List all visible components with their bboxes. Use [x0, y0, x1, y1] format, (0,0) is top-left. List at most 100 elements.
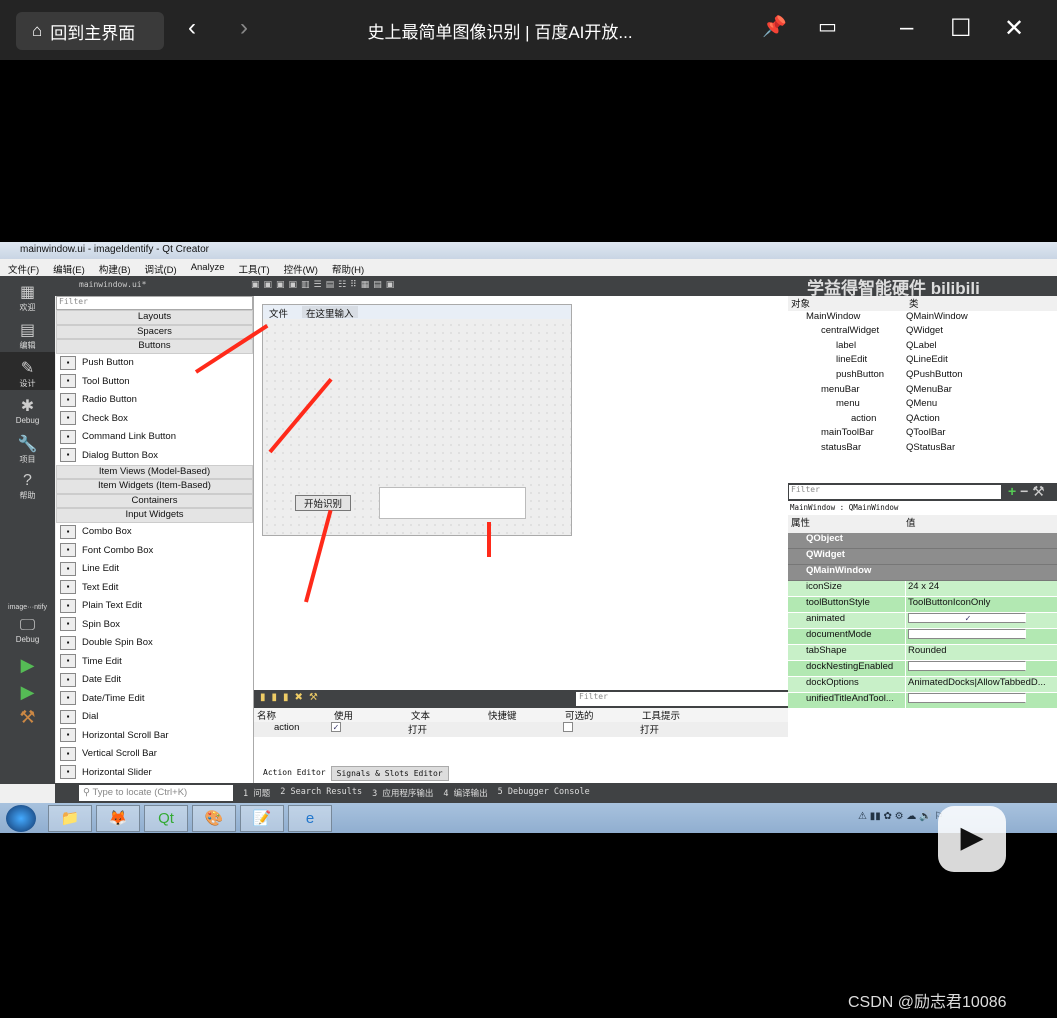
menu-item[interactable]: 构建(B)	[99, 262, 131, 276]
action-toolbar-icons[interactable]: ▮▮▮✖⚒	[260, 692, 324, 703]
property-checkbox[interactable]	[908, 661, 1026, 671]
menu-item[interactable]: 文件(F)	[8, 262, 39, 276]
add-property-icon[interactable]: + − ⚒	[1008, 483, 1045, 500]
layout-tools-icons[interactable]: ▣▣▣▣▥☰▤☷⠿▦▤▣	[251, 279, 398, 290]
property-value[interactable]	[906, 693, 1026, 708]
back-icon[interactable]: ‹	[188, 14, 196, 42]
output-pane-button[interactable]: 3 应用程序输出	[372, 787, 433, 799]
menu-item[interactable]: 编辑(E)	[53, 262, 85, 276]
object-row[interactable]: MainWindow QMainWindow	[788, 311, 1057, 326]
start-button[interactable]	[6, 805, 36, 832]
form-menu-placeholder[interactable]: 在这里输入	[302, 306, 358, 320]
property-row[interactable]: tabShape Rounded	[788, 645, 1057, 661]
object-row[interactable]: action QAction	[788, 413, 1057, 428]
menu-item[interactable]: 工具(T)	[239, 262, 270, 276]
minimize-icon[interactable]: –	[900, 14, 913, 42]
property-row[interactable]: toolButtonStyle ToolButtonIconOnly	[788, 597, 1057, 613]
widget-item[interactable]: ▪ Spin Box	[56, 615, 253, 634]
close-icon[interactable]: ✕	[1004, 14, 1024, 43]
widget-item[interactable]: ▪ Vertical Scroll Bar	[56, 745, 253, 764]
qt-creator-icon[interactable]: Qt	[144, 805, 188, 832]
widget-category[interactable]: Containers	[56, 493, 253, 508]
widget-item[interactable]: ▪ Command Link Button	[56, 428, 253, 447]
mode-欢迎[interactable]: ▦ 欢迎	[0, 276, 55, 314]
table-row[interactable]: action ✓ 打开 打开	[254, 722, 788, 737]
widget-item[interactable]: ▪ Radio Button	[56, 391, 253, 410]
widget-item[interactable]: ▪ Dial	[56, 708, 253, 727]
widget-item[interactable]: ▪ Double Spin Box	[56, 634, 253, 653]
widget-item[interactable]: ▪ Date/Time Edit	[56, 689, 253, 708]
action-filter[interactable]: Filter	[576, 692, 788, 706]
pip-icon[interactable]: ▭	[818, 14, 837, 39]
object-row[interactable]: menuBar QMenuBar	[788, 384, 1057, 399]
widget-item[interactable]: ▪ Line Edit	[56, 560, 253, 579]
system-tray-icons[interactable]: ⚠ ▮▮ ✿ ⚙ ☁ 🔊 ⚐	[858, 811, 943, 822]
paint-icon[interactable]: 🎨	[192, 805, 236, 832]
widget-category[interactable]: Input Widgets	[56, 508, 253, 523]
menu-item[interactable]: 调试(D)	[144, 262, 176, 276]
object-row[interactable]: centralWidget QWidget	[788, 325, 1057, 340]
widget-item[interactable]: ▪ Horizontal Scroll Bar	[56, 726, 253, 745]
widget-item[interactable]: ▪ Plain Text Edit	[56, 597, 253, 616]
object-row[interactable]: mainToolBar QToolBar	[788, 427, 1057, 442]
property-value[interactable]	[906, 661, 1026, 676]
menu-item[interactable]: 帮助(H)	[332, 262, 364, 276]
property-row[interactable]: iconSize 24 x 24	[788, 581, 1057, 597]
widget-item[interactable]: ▪ Time Edit	[56, 652, 253, 671]
output-pane-button[interactable]: 4 编译输出	[443, 787, 487, 799]
form-menu-file[interactable]: 文件	[269, 306, 288, 320]
locator-input[interactable]: ⚲ Type to locate (Ctrl+K)	[79, 785, 233, 801]
property-value[interactable]: ✓	[906, 613, 1026, 628]
start-recognition-button[interactable]: 开始识别	[295, 495, 351, 511]
debug-run-icon[interactable]: ▶	[0, 682, 55, 703]
mode-Debug[interactable]: ✱ Debug	[0, 390, 55, 428]
ie-icon[interactable]: e	[288, 805, 332, 832]
object-row[interactable]: label QLabel	[788, 340, 1057, 355]
mode-项目[interactable]: 🔧 项目	[0, 428, 55, 466]
property-row[interactable]: documentMode	[788, 629, 1057, 645]
object-row[interactable]: lineEdit QLineEdit	[788, 354, 1057, 369]
tab-signals-slots-editor[interactable]: Signals & Slots Editor	[330, 766, 449, 781]
play-icon[interactable]: ▶	[938, 806, 1006, 872]
property-checkbox[interactable]	[908, 629, 1026, 639]
object-row[interactable]: menu QMenu	[788, 398, 1057, 413]
property-filter[interactable]: Filter	[789, 485, 1001, 499]
firefox-icon[interactable]: 🦊	[96, 805, 140, 832]
widget-category[interactable]: Spacers	[56, 324, 253, 339]
mode-设计[interactable]: ✎ 设计	[0, 352, 55, 390]
property-group[interactable]: QMainWindow	[788, 565, 1057, 581]
widget-category[interactable]: Item Views (Model-Based)	[56, 464, 253, 479]
mode-编辑[interactable]: ▤ 编辑	[0, 314, 55, 352]
property-group[interactable]: QObject	[788, 533, 1057, 549]
used-checkbox[interactable]: ✓	[331, 722, 341, 732]
pin-icon[interactable]: 📌	[762, 14, 787, 39]
widget-item[interactable]: ▪ Check Box	[56, 409, 253, 428]
widget-item[interactable]: ▪ Text Edit	[56, 578, 253, 597]
widget-item[interactable]: ▪ Horizontal Slider	[56, 763, 253, 782]
object-row[interactable]: statusBar QStatusBar	[788, 442, 1057, 457]
output-pane-button[interactable]: 2 Search Results	[280, 787, 362, 799]
widget-item[interactable]: ▪ Font Combo Box	[56, 541, 253, 560]
widget-item[interactable]: ▪ Tool Button	[56, 372, 253, 391]
output-pane-button[interactable]: 1 问题	[243, 787, 270, 799]
maximize-icon[interactable]: ☐	[950, 14, 972, 43]
widget-item[interactable]: ▪ Date Edit	[56, 671, 253, 690]
widget-category[interactable]: Layouts	[56, 310, 253, 325]
widget-filter[interactable]: Filter	[56, 296, 253, 310]
forward-icon[interactable]: ›	[240, 14, 248, 42]
tab-action-editor[interactable]: Action Editor	[258, 766, 331, 781]
widget-item[interactable]: ▪ Combo Box	[56, 523, 253, 542]
property-checkbox[interactable]	[908, 693, 1026, 703]
main-window-form[interactable]: 文件 在这里输入 开始识别	[262, 304, 572, 536]
output-pane-button[interactable]: 5 Debugger Console	[498, 787, 590, 799]
menu-item[interactable]: Analyze	[191, 262, 225, 273]
widget-item[interactable]: ▪ Dialog Button Box	[56, 446, 253, 465]
property-value[interactable]	[906, 629, 1026, 644]
property-row[interactable]: animated ✓	[788, 613, 1057, 629]
home-button[interactable]: ⌂ 回到主界面	[16, 12, 164, 50]
open-file-combo[interactable]: mainwindow.ui*	[79, 280, 146, 289]
notepad-icon[interactable]: 📝	[240, 805, 284, 832]
property-row[interactable]: unifiedTitleAndTool...	[788, 693, 1057, 709]
widget-category[interactable]: Item Widgets (Item-Based)	[56, 479, 253, 494]
mode-帮助[interactable]: ? 帮助	[0, 466, 55, 504]
